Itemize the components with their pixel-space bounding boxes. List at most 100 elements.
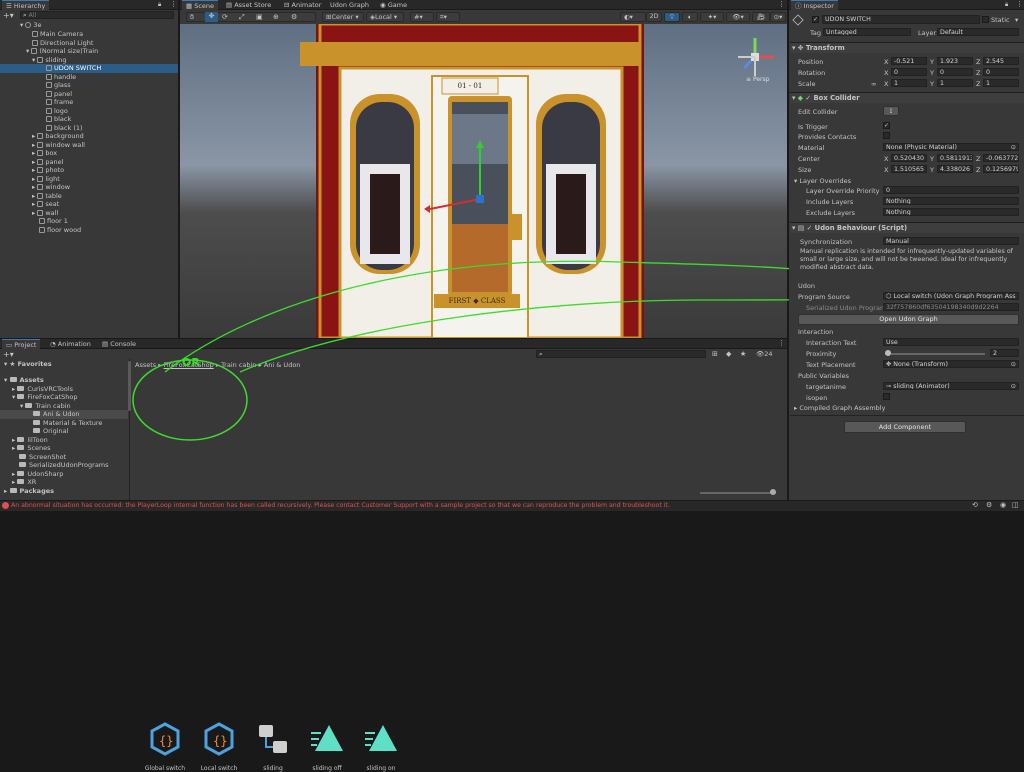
hierarchy-item[interactable]: ▸ window wall <box>32 141 85 150</box>
hierarchy-item[interactable]: ▾ (Normal size)Train <box>26 47 98 56</box>
udon-behaviour-header[interactable]: ▾ ▤ ✓ Udon Behaviour (Script) <box>790 222 1024 233</box>
proximity-slider[interactable] <box>885 350 985 356</box>
hierarchy-item[interactable]: ▸ panel <box>32 158 63 167</box>
hierarchy-item[interactable]: floor wood <box>39 226 81 235</box>
tab-scene[interactable]: ▦ Scene <box>182 0 219 10</box>
pivot-dropdown[interactable]: ⊞Center ▾ <box>322 12 364 22</box>
exclude-layers-dropdown[interactable]: Nothing <box>883 208 1019 216</box>
filter-type-icon[interactable]: ⊞ <box>712 350 718 358</box>
favorite-icon[interactable]: ★ <box>740 350 746 358</box>
tab-asset-store[interactable]: ▤ Asset Store <box>222 0 275 10</box>
breadcrumb-item[interactable]: Assets <box>135 361 156 369</box>
debug-icon[interactable]: ⚙︎ <box>986 501 992 509</box>
scale-tool-icon[interactable]: ⤢ <box>239 13 245 22</box>
custom-tool-icon[interactable]: ⚙︎ <box>291 13 297 21</box>
tab-udon-graph[interactable]: Udon Graph <box>326 0 373 10</box>
packages-row[interactable]: ▸ Packages <box>4 487 54 496</box>
project-search-input[interactable]: ⌕ <box>536 350 706 358</box>
active-checkbox[interactable]: ✓ <box>812 16 819 23</box>
cache-server-icon[interactable]: ◫ <box>1012 501 1019 509</box>
synchronization-dropdown[interactable]: Manual <box>883 237 1019 245</box>
folder-row[interactable]: ▸ UdonSharp <box>12 470 63 479</box>
targetanime-field[interactable]: ⊸ sliding (Animator) ⊙ <box>883 382 1019 390</box>
transform-header[interactable]: ▾ ✥ Transform <box>790 42 1024 53</box>
slider-thumb[interactable] <box>885 350 891 356</box>
more-menu-icon[interactable]: ⋮ <box>778 0 785 8</box>
asset-global-switch[interactable]: {} Global switch <box>140 721 190 772</box>
tab-inspector[interactable]: ⓘ Inspector <box>791 0 838 10</box>
camera-settings[interactable]: 🎥︎ <box>752 12 770 22</box>
size-y-field[interactable]: 4.338026 <box>937 165 973 173</box>
center-y-field[interactable]: 0.5811913 <box>937 154 973 162</box>
notification-icon[interactable]: ◉ <box>1000 501 1006 509</box>
lighting-toggle[interactable]: 💡︎ <box>664 12 680 22</box>
position-x-field[interactable]: -0.521 <box>891 57 927 65</box>
hierarchy-item[interactable]: black (1) <box>46 124 83 133</box>
folder-row[interactable]: ▸ lilToon <box>12 436 48 445</box>
asset-local-switch[interactable]: {} Local switch <box>194 721 244 772</box>
compiled-graph-foldout[interactable]: ▸ Compiled Graph Assembly <box>794 404 885 412</box>
scene-orientation-gizmo[interactable] <box>730 32 780 82</box>
breadcrumb-item[interactable]: Train cabin <box>221 361 256 369</box>
hierarchy-item[interactable]: frame <box>46 98 73 107</box>
icon-size-slider[interactable] <box>700 489 776 495</box>
edit-collider-button[interactable]: ⟟ <box>883 106 899 116</box>
constrain-proportions-icon[interactable]: ∞ <box>871 80 876 88</box>
favorites-row[interactable]: ▾ ★ Favorites <box>4 360 52 369</box>
material-field[interactable]: None (Physic Material) ⊙ <box>883 143 1019 151</box>
object-picker-icon[interactable]: ⊙ <box>1011 361 1016 367</box>
hierarchy-search-input[interactable]: ⌕ All <box>20 11 174 19</box>
hierarchy-item[interactable]: ▸ photo <box>32 166 64 175</box>
folder-row[interactable]: ▸ XR <box>12 478 36 487</box>
hierarchy-item[interactable]: ▸ background <box>32 132 84 141</box>
folder-row-selected[interactable]: Ani & Udon <box>0 410 128 419</box>
tab-hierarchy[interactable]: ☰ Hierarchy <box>2 0 50 10</box>
slider-thumb[interactable] <box>770 489 776 495</box>
size-x-field[interactable]: 1.510565 <box>891 165 927 173</box>
scale-z-field[interactable]: 1 <box>983 79 1019 87</box>
tab-console[interactable]: ▤ Console <box>98 339 140 349</box>
folder-row[interactable]: SerializedUdonPrograms <box>19 461 109 470</box>
hierarchy-item-scene[interactable]: ▾ 3e <box>20 21 41 30</box>
filter-label-icon[interactable]: ◆ <box>726 350 731 358</box>
folder-row[interactable]: ScreenShot <box>19 453 66 462</box>
hand-tool-icon[interactable]: ✋︎ <box>190 13 194 22</box>
space-dropdown[interactable]: ◈Local ▾ <box>366 12 404 22</box>
snap-settings[interactable]: ⌗▾ <box>436 12 460 22</box>
object-picker-icon[interactable]: ⊙ <box>1011 144 1016 150</box>
hierarchy-item[interactable]: floor 1 <box>39 217 68 226</box>
object-picker-icon[interactable]: ⊙ <box>1011 383 1016 389</box>
folder-row[interactable]: Original <box>33 427 68 436</box>
size-z-field[interactable]: 0.1256979 <box>983 165 1019 173</box>
breadcrumb-item[interactable]: Ani & Udon <box>264 361 301 369</box>
add-component-button[interactable]: Add Component <box>844 421 966 433</box>
hierarchy-item[interactable]: ▸ light <box>32 175 60 184</box>
hierarchy-item-selected[interactable]: UDON SWITCH <box>0 64 178 73</box>
tab-project[interactable]: ▭ Project <box>2 339 41 349</box>
audio-toggle[interactable]: 🔈︎ <box>682 12 698 22</box>
folder-row[interactable]: ▸ Scenes <box>12 444 51 453</box>
asset-sliding-on[interactable]: sliding on <box>356 721 406 772</box>
persp-label[interactable]: ≡ Persp <box>746 76 769 83</box>
scale-x-field[interactable]: 1 <box>891 79 927 87</box>
enabled-checkbox[interactable]: ✓ <box>805 94 811 102</box>
effects-toggle[interactable]: ✦▾ <box>700 12 724 22</box>
layer-overrides-foldout[interactable]: ▾ Layer Overrides <box>794 177 851 185</box>
assets-row[interactable]: ▾ Assets <box>4 376 44 385</box>
hierarchy-add-button[interactable]: +▾ <box>3 11 14 20</box>
layer-override-priority-field[interactable]: 0 <box>883 186 1019 194</box>
hierarchy-item[interactable]: ▸ window <box>32 183 70 192</box>
rotation-y-field[interactable]: 0 <box>937 68 973 76</box>
tab-animator[interactable]: ⊟ Animator <box>280 0 325 10</box>
hierarchy-item[interactable]: panel <box>46 90 72 99</box>
hierarchy-item[interactable]: Directional Light <box>32 39 93 48</box>
scale-y-field[interactable]: 1 <box>937 79 973 87</box>
shading-mode[interactable]: ◐▾ <box>620 12 646 22</box>
tag-dropdown[interactable]: Untagged <box>823 28 911 36</box>
hierarchy-item[interactable]: ▸ wall <box>32 209 58 218</box>
is-trigger-checkbox[interactable]: ✓ <box>883 122 890 129</box>
lock-icon[interactable]: 🔒︎ <box>1005 1 1008 9</box>
tab-animation[interactable]: ◔ Animation <box>46 339 95 349</box>
visibility-toggle[interactable]: 👁︎▾ <box>726 12 750 22</box>
folder-row[interactable]: ▾ FireFoxCatShop <box>12 393 78 402</box>
